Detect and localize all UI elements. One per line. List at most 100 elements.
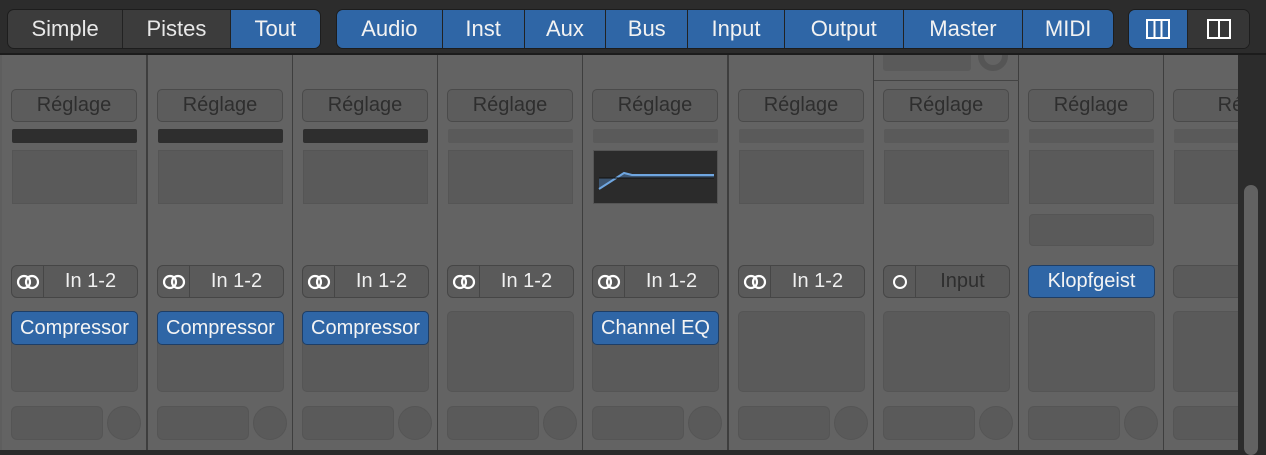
- view-mode-segment: Simple Pistes Tout: [7, 9, 321, 49]
- channel-strip: Rég: [1164, 55, 1238, 450]
- send-slot[interactable]: [157, 406, 249, 440]
- wide-columns-icon: [1146, 19, 1171, 39]
- setting-button[interactable]: Réglage: [157, 89, 283, 122]
- filter-bus[interactable]: Bus: [606, 10, 689, 48]
- setting-button[interactable]: Réglage: [592, 89, 718, 122]
- audio-fx-slots[interactable]: [447, 311, 574, 392]
- input-slot[interactable]: In 1-2: [11, 265, 138, 298]
- channel-strip: Réglage In 1-2 Channel EQ: [583, 55, 729, 450]
- send-knob[interactable]: [398, 406, 432, 440]
- audio-fx-slots[interactable]: [1028, 311, 1155, 392]
- stereo-icon: [162, 274, 185, 289]
- input-format-button[interactable]: [12, 266, 44, 297]
- filter-aux[interactable]: Aux: [524, 10, 607, 48]
- vertical-scrollbar[interactable]: [1238, 55, 1266, 455]
- eq-curve: [598, 171, 714, 190]
- input-slot[interactable]: In 1-2: [738, 265, 865, 298]
- plugin-slot[interactable]: Compressor: [302, 311, 429, 345]
- input-format-button[interactable]: [448, 266, 480, 297]
- stereo-icon: [16, 274, 39, 289]
- input-format-button[interactable]: [593, 266, 625, 297]
- pan-knob[interactable]: [978, 55, 1008, 71]
- eq-display[interactable]: [884, 150, 1009, 204]
- scrollbar-thumb[interactable]: [1244, 185, 1258, 455]
- input-format-button[interactable]: [158, 266, 190, 297]
- audio-fx-slots[interactable]: [738, 311, 865, 392]
- view-mode-simple[interactable]: Simple: [8, 10, 124, 48]
- channel-strip: Réglage In 1-2: [438, 55, 584, 450]
- plugin-slot[interactable]: Channel EQ: [592, 311, 719, 345]
- setting-button[interactable]: Réglage: [738, 89, 864, 122]
- send-slot[interactable]: [447, 406, 539, 440]
- narrow-columns-button[interactable]: [1188, 10, 1249, 48]
- view-mode-tout[interactable]: Tout: [230, 10, 320, 48]
- send-knob[interactable]: [107, 406, 141, 440]
- setting-button[interactable]: Rég: [1173, 89, 1238, 122]
- send-slot[interactable]: [883, 406, 975, 440]
- filter-inst[interactable]: Inst: [442, 10, 525, 48]
- eq-display[interactable]: [1029, 150, 1154, 204]
- mono-icon: [892, 274, 907, 289]
- eq-display[interactable]: [739, 150, 864, 204]
- input-format-button[interactable]: [739, 266, 771, 297]
- send-slot[interactable]: [1173, 406, 1238, 440]
- gain-reduction-meter: [1029, 129, 1154, 143]
- input-label: In 1-2: [500, 270, 553, 292]
- audio-fx-slots[interactable]: [883, 311, 1010, 392]
- send-slot[interactable]: [11, 406, 103, 440]
- input-slot[interactable]: In 1-2: [157, 265, 284, 298]
- audio-fx-slots[interactable]: [1173, 311, 1238, 392]
- send-slot[interactable]: [592, 406, 684, 440]
- setting-button[interactable]: Réglage: [447, 89, 573, 122]
- channel-strip: Réglage In 1-2 Compressor: [2, 55, 148, 450]
- filter-audio[interactable]: Audio: [337, 10, 443, 48]
- send-slot[interactable]: [302, 406, 394, 440]
- output-slot[interactable]: [883, 55, 971, 71]
- mixer-toolbar: Simple Pistes Tout Audio Inst Aux Bus Input Out…: [0, 0, 1266, 55]
- input-format-button[interactable]: [303, 266, 335, 297]
- eq-display[interactable]: [303, 150, 428, 204]
- input-slot[interactable]: In 1-2: [592, 265, 719, 298]
- layout-segment: [1128, 9, 1250, 49]
- wide-columns-button[interactable]: [1129, 10, 1189, 48]
- send-knob[interactable]: [834, 406, 868, 440]
- send-knob[interactable]: [543, 406, 577, 440]
- filter-input[interactable]: Input: [688, 10, 785, 48]
- eq-display[interactable]: [12, 150, 137, 204]
- setting-button[interactable]: Réglage: [1028, 89, 1154, 122]
- eq-display[interactable]: [448, 150, 573, 204]
- input-slot[interactable]: [1173, 265, 1238, 298]
- midi-fx-slot[interactable]: [1029, 214, 1154, 246]
- send-knob[interactable]: [979, 406, 1013, 440]
- eq-display[interactable]: [158, 150, 283, 204]
- input-slot[interactable]: Input: [883, 265, 1010, 298]
- eq-display[interactable]: [1174, 150, 1238, 204]
- input-slot[interactable]: In 1-2: [302, 265, 429, 298]
- gain-reduction-meter: [12, 129, 137, 143]
- setting-button[interactable]: Réglage: [11, 89, 137, 122]
- input-format-button[interactable]: [884, 266, 916, 297]
- send-knob[interactable]: [688, 406, 722, 440]
- stereo-icon: [597, 274, 620, 289]
- gain-reduction-meter: [593, 129, 718, 143]
- input-label: In 1-2: [645, 270, 698, 292]
- send-slot[interactable]: [738, 406, 830, 440]
- send-knob[interactable]: [1124, 406, 1158, 440]
- setting-button[interactable]: Réglage: [883, 89, 1009, 122]
- instrument-slot-klopfgeist[interactable]: Klopfgeist: [1028, 265, 1155, 298]
- plugin-slot[interactable]: Compressor: [157, 311, 284, 345]
- view-mode-pistes[interactable]: Pistes: [123, 10, 231, 48]
- send-slot[interactable]: [1028, 406, 1120, 440]
- filter-output[interactable]: Output: [784, 10, 904, 48]
- input-slot[interactable]: In 1-2: [447, 265, 574, 298]
- setting-button[interactable]: Réglage: [302, 89, 428, 122]
- send-knob[interactable]: [253, 406, 287, 440]
- input-label: In 1-2: [64, 270, 117, 292]
- filter-master[interactable]: Master: [903, 10, 1024, 48]
- channel-strip: Réglage Input: [874, 55, 1020, 450]
- filter-midi[interactable]: MIDI: [1023, 10, 1113, 48]
- plugin-slot[interactable]: Compressor: [11, 311, 138, 345]
- gain-reduction-meter: [158, 129, 283, 143]
- stereo-icon: [452, 274, 475, 289]
- eq-display[interactable]: [593, 150, 718, 204]
